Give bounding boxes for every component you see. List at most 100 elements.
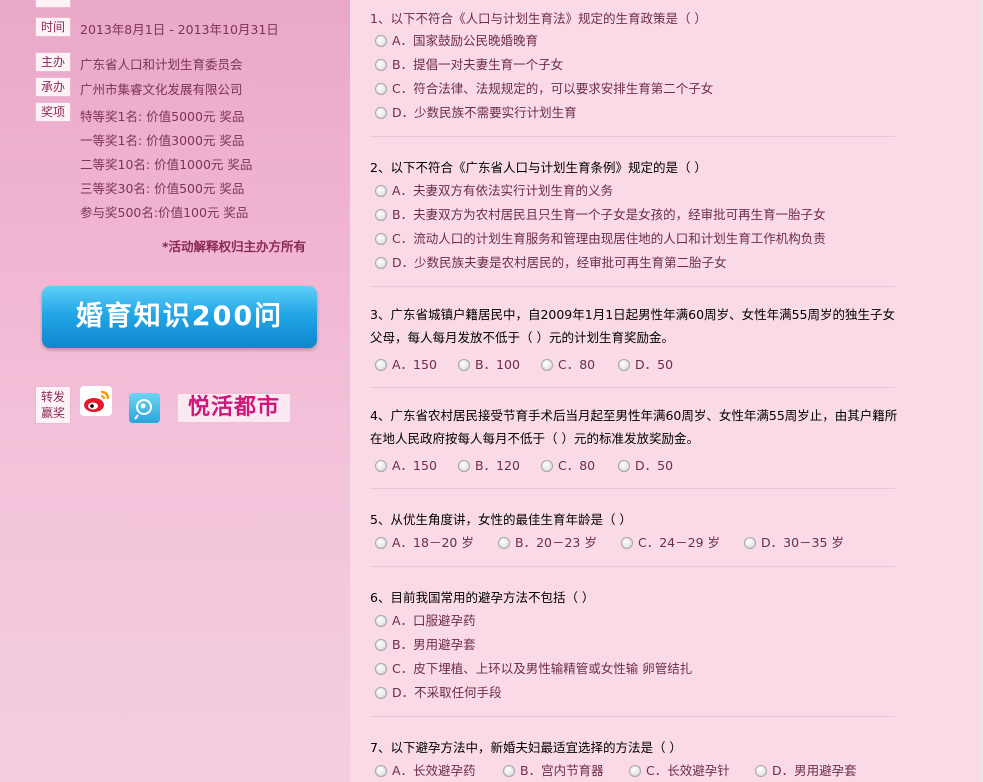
option-label: A．长效避孕药: [392, 763, 476, 778]
prize-item: 三等奖30名: 价值500元 奖品: [80, 181, 245, 196]
quiz-panel: 1、以下不符合《人口与计划生育法》规定的生育政策是（ ） A．国家鼓励公民晚婚晚…: [350, 0, 980, 782]
option-radio[interactable]: B．夫妻双方为农村居民且只生育一个子女是女孩的，经审批可再生育一胎子女: [375, 204, 826, 223]
radio-icon[interactable]: [618, 359, 630, 371]
radio-icon[interactable]: [503, 765, 515, 777]
option-label: C．80: [558, 357, 596, 372]
radio-icon[interactable]: [375, 257, 387, 269]
radio-icon[interactable]: [375, 83, 387, 95]
option-radio[interactable]: D．少数民族不需要实行计划生育: [375, 102, 577, 121]
option-radio[interactable]: B．宫内节育器: [503, 760, 604, 779]
option-radio[interactable]: C．80: [541, 354, 595, 373]
option-label: B．20－23 岁: [515, 535, 597, 550]
radio-icon[interactable]: [375, 185, 387, 197]
organizer-label: 承办: [35, 77, 71, 97]
divider: [370, 387, 895, 388]
option-radio[interactable]: D．男用避孕套: [755, 760, 857, 779]
option-radio[interactable]: C．流动人口的计划生育服务和管理由现居住地的人口和计划生育工作机构负责: [375, 228, 826, 247]
option-radio[interactable]: D．50: [618, 354, 673, 373]
option-radio[interactable]: C．长效避孕针: [629, 760, 730, 779]
organizer-value: 广州市集睿文化发展有限公司: [80, 82, 243, 97]
option-label: A．口服避孕药: [392, 613, 476, 628]
option-label: D．50: [635, 458, 674, 473]
prize-item: 二等奖10名: 价值1000元 奖品: [80, 157, 253, 172]
radio-icon[interactable]: [375, 107, 387, 119]
radio-icon[interactable]: [375, 687, 387, 699]
option-radio[interactable]: C．皮下埋植、上环以及男性输精管或女性输 卵管结扎: [375, 658, 692, 677]
host-label: 主办: [35, 52, 71, 72]
option-label: C．80: [558, 458, 596, 473]
radio-icon[interactable]: [375, 460, 387, 472]
radio-icon[interactable]: [375, 765, 387, 777]
option-label: D．30－35 岁: [761, 535, 844, 550]
question-title: 7、以下避孕方法中，新婚夫妇最适宜选择的方法是（ ）: [370, 740, 682, 755]
question-title: 5、从优生角度讲，女性的最佳生育年龄是（ ）: [370, 512, 632, 527]
option-label: B．提倡一对夫妻生育一个子女: [392, 57, 564, 72]
option-radio[interactable]: A．150: [375, 354, 437, 373]
option-radio[interactable]: D．不采取任何手段: [375, 682, 502, 701]
option-radio[interactable]: A．18－20 岁: [375, 532, 474, 551]
prize-item: 特等奖1名: 价值5000元 奖品: [80, 109, 245, 124]
option-label: C．皮下埋植、上环以及男性输精管或女性输 卵管结扎: [392, 661, 693, 676]
option-label: C．24－29 岁: [638, 535, 721, 550]
radio-icon[interactable]: [375, 233, 387, 245]
top-tag: [35, 0, 71, 8]
radio-icon[interactable]: [498, 537, 510, 549]
option-radio[interactable]: C．24－29 岁: [621, 532, 720, 551]
radio-icon[interactable]: [755, 765, 767, 777]
option-radio[interactable]: B．100: [458, 354, 520, 373]
divider: [370, 286, 895, 287]
option-radio[interactable]: B．120: [458, 455, 520, 474]
radio-icon[interactable]: [375, 359, 387, 371]
option-label: D．少数民族夫妻是农村居民的，经审批可再生育第二胎子女: [392, 255, 727, 270]
radio-icon[interactable]: [375, 209, 387, 221]
prize-label: 奖项: [35, 102, 71, 122]
option-label: A．150: [392, 458, 437, 473]
option-label: D．男用避孕套: [772, 763, 857, 778]
radio-icon[interactable]: [375, 639, 387, 651]
radio-icon[interactable]: [375, 615, 387, 627]
option-radio[interactable]: B．提倡一对夫妻生育一个子女: [375, 54, 563, 73]
radio-icon[interactable]: [541, 460, 553, 472]
option-radio[interactable]: A．夫妻双方有依法实行计划生育的义务: [375, 180, 613, 199]
knowledge-banner-button[interactable]: 婚育知识200问: [42, 286, 317, 348]
option-label: B．男用避孕套: [392, 637, 476, 652]
option-label: A．夫妻双方有依法实行计划生育的义务: [392, 183, 614, 198]
option-label: A．18－20 岁: [392, 535, 474, 550]
radio-icon[interactable]: [458, 359, 470, 371]
option-label: A．国家鼓励公民晚婚晚育: [392, 33, 539, 48]
radio-icon[interactable]: [375, 35, 387, 47]
option-radio[interactable]: A．长效避孕药: [375, 760, 476, 779]
question-title: 6、目前我国常用的避孕方法不包括（ ）: [370, 590, 595, 605]
radio-icon[interactable]: [375, 537, 387, 549]
option-radio[interactable]: A．口服避孕药: [375, 610, 476, 629]
divider: [370, 566, 895, 567]
option-radio[interactable]: D．30－35 岁: [744, 532, 844, 551]
option-label: C．长效避孕针: [646, 763, 730, 778]
radio-icon[interactable]: [629, 765, 641, 777]
radio-icon[interactable]: [375, 59, 387, 71]
share-label: 转发赢奖: [35, 386, 71, 424]
option-label: B．宫内节育器: [520, 763, 604, 778]
qq-weibo-icon[interactable]: [129, 393, 160, 423]
radio-icon[interactable]: [621, 537, 633, 549]
option-radio[interactable]: D．50: [618, 455, 673, 474]
radio-icon[interactable]: [744, 537, 756, 549]
option-radio[interactable]: C．符合法律、法规规定的，可以要求安排生育第二个子女: [375, 78, 713, 97]
radio-icon[interactable]: [458, 460, 470, 472]
option-label: B．夫妻双方为农村居民且只生育一个子女是女孩的，经审批可再生育一胎子女: [392, 207, 826, 222]
radio-icon[interactable]: [375, 663, 387, 675]
option-label: A．150: [392, 357, 437, 372]
option-label: D．少数民族不需要实行计划生育: [392, 105, 577, 120]
option-radio[interactable]: C．80: [541, 455, 595, 474]
time-value: 2013年8月1日 - 2013年10月31日: [80, 22, 279, 37]
option-radio[interactable]: B．20－23 岁: [498, 532, 597, 551]
weibo-icon[interactable]: [80, 386, 112, 416]
option-radio[interactable]: B．男用避孕套: [375, 634, 476, 653]
sidebar: 时间 2013年8月1日 - 2013年10月31日 主办 广东省人口和计划生育…: [0, 0, 350, 782]
option-radio[interactable]: A．国家鼓励公民晚婚晚育: [375, 30, 538, 49]
option-radio[interactable]: A．150: [375, 455, 437, 474]
option-radio[interactable]: D．少数民族夫妻是农村居民的，经审批可再生育第二胎子女: [375, 252, 727, 271]
radio-icon[interactable]: [618, 460, 630, 472]
radio-icon[interactable]: [541, 359, 553, 371]
city-logo[interactable]: 悦活都市: [178, 394, 290, 422]
